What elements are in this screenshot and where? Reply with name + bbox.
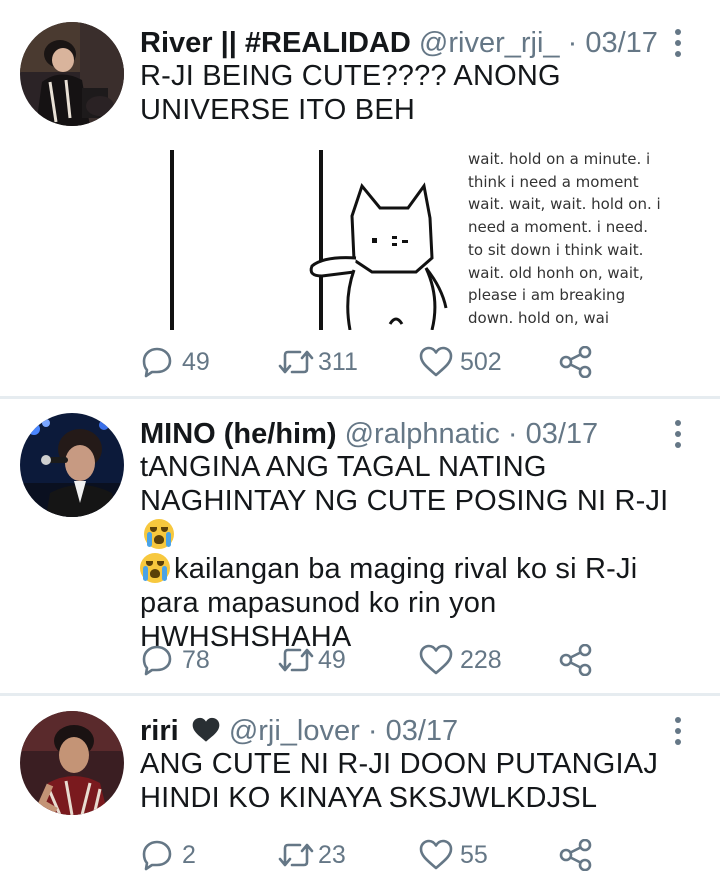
separator: · <box>507 418 518 450</box>
tweet-actions: 49 311 502 <box>140 344 620 380</box>
more-options-icon[interactable] <box>666 417 690 451</box>
retweet-icon <box>278 648 314 672</box>
handle[interactable]: @rji_lover <box>229 715 360 747</box>
tweet-header: River || #REALIDAD @river_rji_ · 03/17 <box>140 26 658 60</box>
display-name[interactable]: riri <box>140 715 179 747</box>
tweet-text-line: NAGHINTAY NG CUTE POSING NI R-JI <box>140 484 685 552</box>
like-button[interactable]: 502 <box>418 344 538 380</box>
tweet-text: tANGINA ANG TAGAL NATING NAGHINTAY NG CU… <box>140 450 685 654</box>
loudly-crying-face-icon <box>144 519 174 549</box>
more-options-icon[interactable] <box>666 714 690 748</box>
retweet-count: 23 <box>318 841 346 869</box>
tweet-text-segment: kailangan ba maging rival ko si R-Ji <box>174 553 638 585</box>
like-button[interactable]: 55 <box>418 837 538 873</box>
display-name[interactable]: River || #REALIDAD <box>140 27 411 59</box>
handle[interactable]: @ralphnatic <box>345 418 500 450</box>
tweet-header: riri @rji_lover · 03/17 <box>140 714 458 748</box>
timestamp[interactable]: 03/17 <box>585 27 658 59</box>
share-icon <box>559 839 592 871</box>
tweet-text-line: para mapasunod ko rin yon <box>140 587 497 619</box>
separator: · <box>567 27 578 59</box>
reply-button[interactable]: 2 <box>140 837 260 873</box>
display-name[interactable]: MINO (he/him) <box>140 418 337 450</box>
share-button[interactable] <box>558 344 598 380</box>
retweet-count: 49 <box>318 646 346 674</box>
tweet-text-line: kailangan ba maging rival ko si R-Ji <box>140 552 685 586</box>
loudly-crying-face-icon <box>140 553 170 583</box>
pixel-cat-illustration <box>170 150 448 330</box>
tweet-header: MINO (he/him) @ralphnatic · 03/17 <box>140 417 598 451</box>
retweet-icon <box>278 843 314 867</box>
retweet-button[interactable]: 311 <box>276 344 396 380</box>
reply-count: 78 <box>182 646 210 674</box>
media-line: wait. old honh on, wait, <box>468 263 644 282</box>
reply-icon <box>142 645 172 676</box>
separator: · <box>367 715 378 747</box>
media-line: think i need a moment <box>468 172 639 191</box>
tweet-3[interactable]: riri @rji_lover · 03/17 ANG CUTE NI R-JI… <box>0 696 720 886</box>
tweet-text-line: HINDI KO KINAYA SKSJWLKDJSL <box>140 782 598 814</box>
heart-icon <box>419 346 453 377</box>
reply-icon <box>142 840 172 871</box>
more-options-icon[interactable] <box>666 26 690 60</box>
avatar[interactable] <box>20 22 124 126</box>
tweet-text: R-JI BEING CUTE???? ANONG UNIVERSE ITO B… <box>140 60 561 126</box>
heart-icon <box>419 839 453 870</box>
retweet-icon <box>278 350 314 374</box>
tweet-text-line: tANGINA ANG TAGAL NATING <box>140 451 547 483</box>
reply-button[interactable]: 49 <box>140 344 260 380</box>
tweet-text-line: ANG CUTE NI R-JI DOON PUTANGIAJ <box>140 748 659 780</box>
tweet-actions: 78 49 228 <box>140 642 620 678</box>
tweet-text: ANG CUTE NI R-JI DOON PUTANGIAJ HINDI KO… <box>140 747 685 815</box>
share-icon <box>559 644 592 676</box>
black-heart-icon <box>192 717 220 742</box>
tweet-text-segment: NAGHINTAY NG CUTE POSING NI R-JI <box>140 485 669 517</box>
share-icon <box>559 346 592 378</box>
media-caption: wait. hold on a minute. i think i need a… <box>468 148 668 330</box>
retweet-count: 311 <box>318 348 358 376</box>
timestamp[interactable]: 03/17 <box>526 418 599 450</box>
media-line: need a moment. i need. <box>468 218 648 237</box>
retweet-button[interactable]: 23 <box>276 837 396 873</box>
tweet-1[interactable]: River || #REALIDAD @river_rji_ · 03/17 R… <box>0 0 720 397</box>
retweet-button[interactable]: 49 <box>276 642 396 678</box>
like-count: 55 <box>460 841 488 869</box>
like-count: 228 <box>460 646 502 674</box>
avatar[interactable] <box>20 711 124 815</box>
reply-button[interactable]: 78 <box>140 642 260 678</box>
like-button[interactable]: 228 <box>418 642 538 678</box>
media-line: please i am breaking <box>468 286 626 305</box>
reply-count: 2 <box>182 841 196 869</box>
reply-icon <box>142 347 172 378</box>
share-button[interactable] <box>558 837 598 873</box>
media-line: wait. wait, wait. hold on. i <box>468 195 661 214</box>
heart-icon <box>419 644 453 675</box>
avatar[interactable] <box>20 413 124 517</box>
tweet-2[interactable]: MINO (he/him) @ralphnatic · 03/17 tANGIN… <box>0 399 720 694</box>
media-line: to sit down i think wait. <box>468 240 644 259</box>
like-count: 502 <box>460 348 502 376</box>
handle[interactable]: @river_rji_ <box>419 27 560 59</box>
tweet-media[interactable]: wait. hold on a minute. i think i need a… <box>140 148 680 330</box>
media-line: wait. hold on a minute. i <box>468 150 651 168</box>
media-line: down. hold on, wai <box>468 308 609 327</box>
reply-count: 49 <box>182 348 210 376</box>
share-button[interactable] <box>558 642 598 678</box>
tweet-actions: 2 23 55 <box>140 837 620 873</box>
timestamp[interactable]: 03/17 <box>386 715 459 747</box>
